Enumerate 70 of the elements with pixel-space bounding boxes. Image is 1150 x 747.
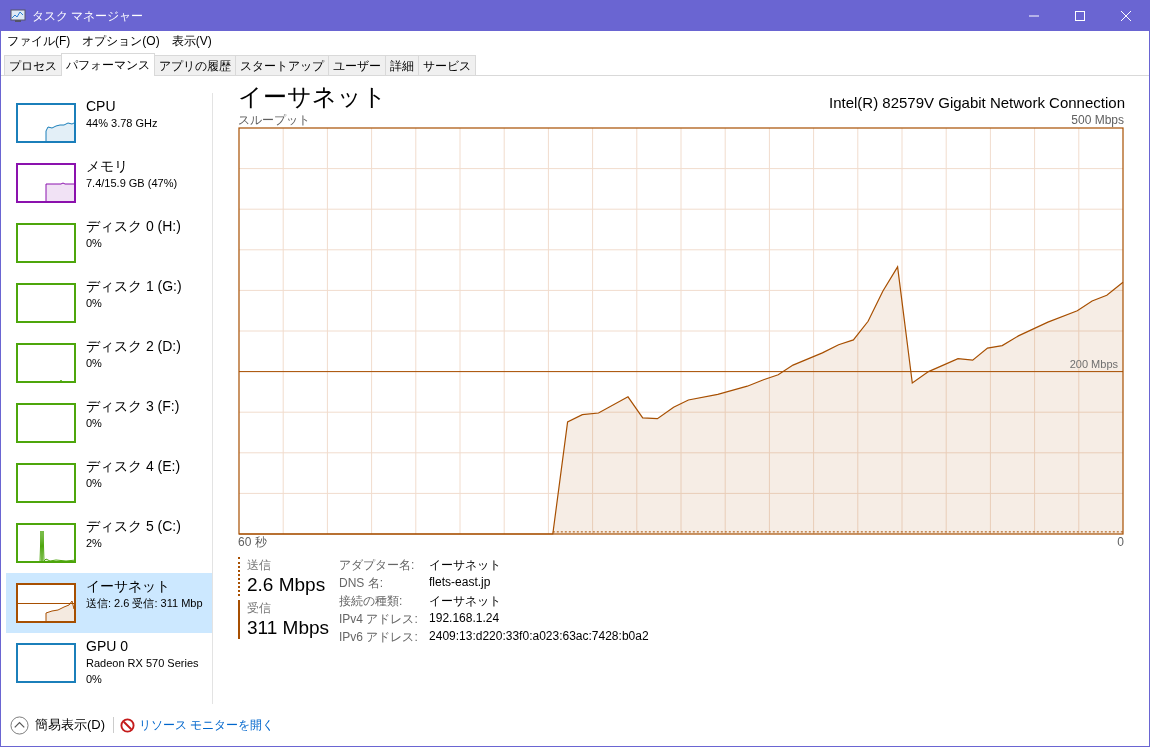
device-name: ディスク 2 (D:) [86,337,181,355]
device-name: ディスク 4 (E:) [86,457,181,475]
sidebar-item[interactable]: イーサネット 送信: 2.6 受信: 311 Mbp [6,573,212,633]
tab[interactable]: スタートアップ [235,55,329,75]
window-title: タスク マネージャー [32,7,144,25]
stat-value: 2.6 Mbps [247,574,327,596]
property-label: IPv4 アドレス: [339,611,419,628]
scale-label: 200 Mbps [1069,357,1118,370]
device-detail: 0% [86,672,103,687]
device-detail: 0% [86,416,103,431]
device-detail: 44% 3.78 GHz [86,116,158,131]
device-detail: 0% [86,356,103,371]
device-detail: 0% [86,296,103,311]
sidebar-item[interactable]: ディスク 4 (E:) 0% [6,453,212,513]
resource-monitor-link[interactable]: リソース モニターを開く [139,716,275,734]
device-name: ディスク 1 (G:) [86,277,182,295]
property-value: 192.168.1.24 [429,611,501,627]
max-scale-label: 500 Mbps [1071,114,1124,127]
sidebar-item[interactable]: メモリ 7.4/15.9 GB (47%) [6,153,212,213]
property-value: イーサネット [429,593,503,610]
device-name: ディスク 5 (C:) [86,517,181,535]
tab[interactable]: サービス [418,55,476,75]
stat-label: 送信 [247,557,272,574]
page-title: イーサネット [238,82,387,112]
property-value: flets-east.jp [429,575,492,591]
monitor-chart-icon [10,9,26,23]
device-detail: 7.4/15.9 GB (47%) [86,176,178,191]
device-detail: 0% [86,476,103,491]
tab[interactable]: ユーザー [328,55,386,75]
sidebar-item[interactable]: GPU 0 Radeon RX 570 Series 0% [6,633,212,693]
time-axis-label: 60 秒 [238,536,267,549]
device-name: GPU 0 [86,637,129,655]
device-name: ディスク 3 (F:) [86,397,180,415]
chevron-up-icon[interactable] [10,715,29,735]
tab[interactable]: パフォーマンス [61,53,155,76]
close-icon [1121,11,1131,21]
property-value: 2409:13:d220:33f0:a023:63ac:7428:b0a2 [429,629,649,645]
menu-item[interactable]: ファイル(F) [3,32,75,50]
tab[interactable]: プロセス [4,55,62,75]
time-axis-label: 0 [1117,536,1124,549]
stat-label: 受信 [247,600,272,617]
tab[interactable]: アプリの履歴 [154,55,236,75]
no-sign-icon [120,717,136,733]
device-detail: 2% [86,536,103,551]
sidebar-item[interactable]: CPU 44% 3.78 GHz [6,93,212,153]
graph-label: スループット [238,114,310,127]
device-name: ディスク 0 (H:) [86,217,181,235]
property-label: DNS 名: [339,575,385,592]
property-label: IPv6 アドレス: [339,629,419,646]
device-detail: 0% [86,236,103,251]
adapter-model: Intel(R) 82579V Gigabit Network Connection [829,94,1125,113]
menu-item[interactable]: オプション(O) [78,32,164,50]
property-label: アダプター名: [339,557,416,574]
device-name: メモリ [86,157,129,175]
device-name: CPU [86,97,117,115]
sidebar-item[interactable]: ディスク 0 (H:) 0% [6,213,212,273]
device-name: イーサネット [86,577,171,595]
stat-value: 311 Mbps [247,617,330,639]
device-detail: Radeon RX 570 Series [86,656,199,671]
device-detail: 送信: 2.6 受信: 311 Mbp [86,596,203,611]
fewer-details-button[interactable]: 簡易表示(D) [29,716,112,734]
tab[interactable]: 詳細 [385,55,419,75]
property-label: 接続の種類: [339,593,404,610]
property-value: イーサネット [429,557,503,574]
sidebar-item[interactable]: ディスク 2 (D:) 0% [6,333,212,393]
menu-item[interactable]: 表示(V) [167,32,216,50]
sidebar-item[interactable]: ディスク 1 (G:) 0% [6,273,212,333]
maximize-icon [1075,11,1085,21]
sidebar-item[interactable]: ディスク 5 (C:) 2% [6,513,212,573]
sidebar-item[interactable]: ディスク 3 (F:) 0% [6,393,212,453]
